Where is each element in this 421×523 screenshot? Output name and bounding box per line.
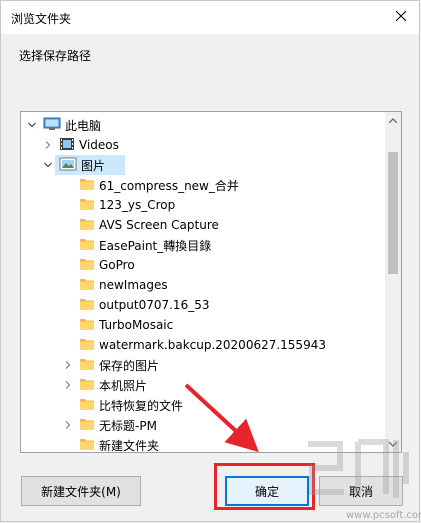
pictures-folder-icon <box>59 157 77 174</box>
folder-icon <box>79 437 95 453</box>
tree-item-label: TurboMosaic <box>99 318 174 332</box>
chevron-right-icon[interactable] <box>63 380 73 390</box>
tree-item-label: output0707.16_53 <box>99 298 210 312</box>
folder-icon <box>79 337 95 354</box>
cancel-button[interactable]: 取消 <box>319 476 403 506</box>
prompt-text: 选择保存路径 <box>19 49 92 63</box>
scroll-down-button[interactable] <box>385 436 401 452</box>
tree-item[interactable]: 新建文件夹 <box>21 435 385 452</box>
folder-icon <box>79 217 95 234</box>
video-folder-icon <box>59 137 75 154</box>
chevron-down-icon[interactable] <box>43 160 53 170</box>
expander-placeholder <box>63 320 73 330</box>
tree-item[interactable]: AVS Screen Capture <box>21 215 385 235</box>
tree-item-label: 本机照片 <box>99 378 148 393</box>
tree-item[interactable]: 本机照片 <box>21 375 385 395</box>
expander-placeholder <box>63 240 73 250</box>
close-button[interactable] <box>383 1 419 33</box>
expander-placeholder <box>63 260 73 270</box>
folder-icon <box>79 177 95 194</box>
expander-placeholder <box>63 180 73 190</box>
folder-icon <box>79 237 95 254</box>
folder-icon <box>79 417 95 434</box>
expander-placeholder <box>63 300 73 310</box>
tree-item[interactable]: 123_ys_Crop <box>21 195 385 215</box>
folder-tree-content: 此电脑 Videos 图片 61_compress_new_合并 123_ys_Crop… <box>21 112 385 452</box>
scroll-thumb[interactable] <box>388 152 398 274</box>
tree-item[interactable]: EasePaint_轉換目錄 <box>21 235 385 255</box>
close-icon <box>395 10 407 24</box>
browse-folder-dialog: 浏览文件夹 选择保存路径 此电脑 Videos 图片 61_compress_new_… <box>0 0 420 522</box>
vertical-scrollbar[interactable] <box>385 112 401 452</box>
tree-item-label: AVS Screen Capture <box>99 218 219 232</box>
tree-item-label: Videos <box>79 138 119 152</box>
tree-item-label: 新建文件夹 <box>99 438 160 453</box>
folder-icon <box>79 377 95 394</box>
expander-placeholder <box>63 440 73 450</box>
chevron-down-icon[interactable] <box>27 120 37 130</box>
tree-item-label: newImages <box>99 278 168 292</box>
expander-placeholder <box>63 280 73 290</box>
folder-tree[interactable]: 此电脑 Videos 图片 61_compress_new_合并 123_ys_Crop… <box>20 111 402 453</box>
tree-item[interactable]: TurboMosaic <box>21 315 385 335</box>
tree-item-label: 123_ys_Crop <box>99 198 176 212</box>
window-title: 浏览文件夹 <box>11 12 72 26</box>
tree-item[interactable]: 61_compress_new_合并 <box>21 175 385 195</box>
folder-icon <box>79 277 95 294</box>
tree-item[interactable]: watermark.bakcup.20200627.155943 <box>21 335 385 355</box>
expander-placeholder <box>63 220 73 230</box>
new-folder-button[interactable]: 新建文件夹(M) <box>21 476 141 506</box>
tree-item[interactable]: 无标题-PM <box>21 415 385 435</box>
tree-item-label: EasePaint_轉換目錄 <box>99 238 212 253</box>
expander-placeholder <box>63 340 73 350</box>
chevron-right-icon[interactable] <box>43 140 53 150</box>
tree-item[interactable]: GoPro <box>21 255 385 275</box>
computer-icon <box>43 117 61 134</box>
tree-item[interactable]: 比特恢复的文件 <box>21 395 385 415</box>
folder-icon <box>79 197 95 214</box>
tree-item-label: 比特恢复的文件 <box>99 398 184 413</box>
tree-item-label: 保存的图片 <box>99 358 160 373</box>
title-bar: 浏览文件夹 <box>1 1 419 34</box>
folder-icon <box>79 397 95 414</box>
tree-item-label: 此电脑 <box>65 118 102 133</box>
tree-item-label: watermark.bakcup.20200627.155943 <box>99 338 326 352</box>
tree-item[interactable]: newImages <box>21 275 385 295</box>
tree-item[interactable]: 保存的图片 <box>21 355 385 375</box>
folder-icon <box>79 257 95 274</box>
folder-icon <box>79 297 95 314</box>
tree-item[interactable]: 此电脑 <box>21 115 385 135</box>
tree-item-label: GoPro <box>99 258 135 272</box>
folder-icon <box>79 357 95 374</box>
tree-item[interactable]: output0707.16_53 <box>21 295 385 315</box>
ok-button[interactable]: 确定 <box>225 476 309 506</box>
tree-item-label: 无标题-PM <box>99 418 157 433</box>
folder-icon <box>79 317 95 334</box>
chevron-right-icon[interactable] <box>63 420 73 430</box>
scroll-up-button[interactable] <box>385 112 401 128</box>
tree-item[interactable]: 图片 <box>21 155 385 175</box>
expander-placeholder <box>63 200 73 210</box>
tree-item-label: 61_compress_new_合并 <box>99 178 239 193</box>
expander-placeholder <box>63 400 73 410</box>
chevron-right-icon[interactable] <box>63 360 73 370</box>
tree-item[interactable]: Videos <box>21 135 385 155</box>
tree-item-label: 图片 <box>81 158 106 173</box>
